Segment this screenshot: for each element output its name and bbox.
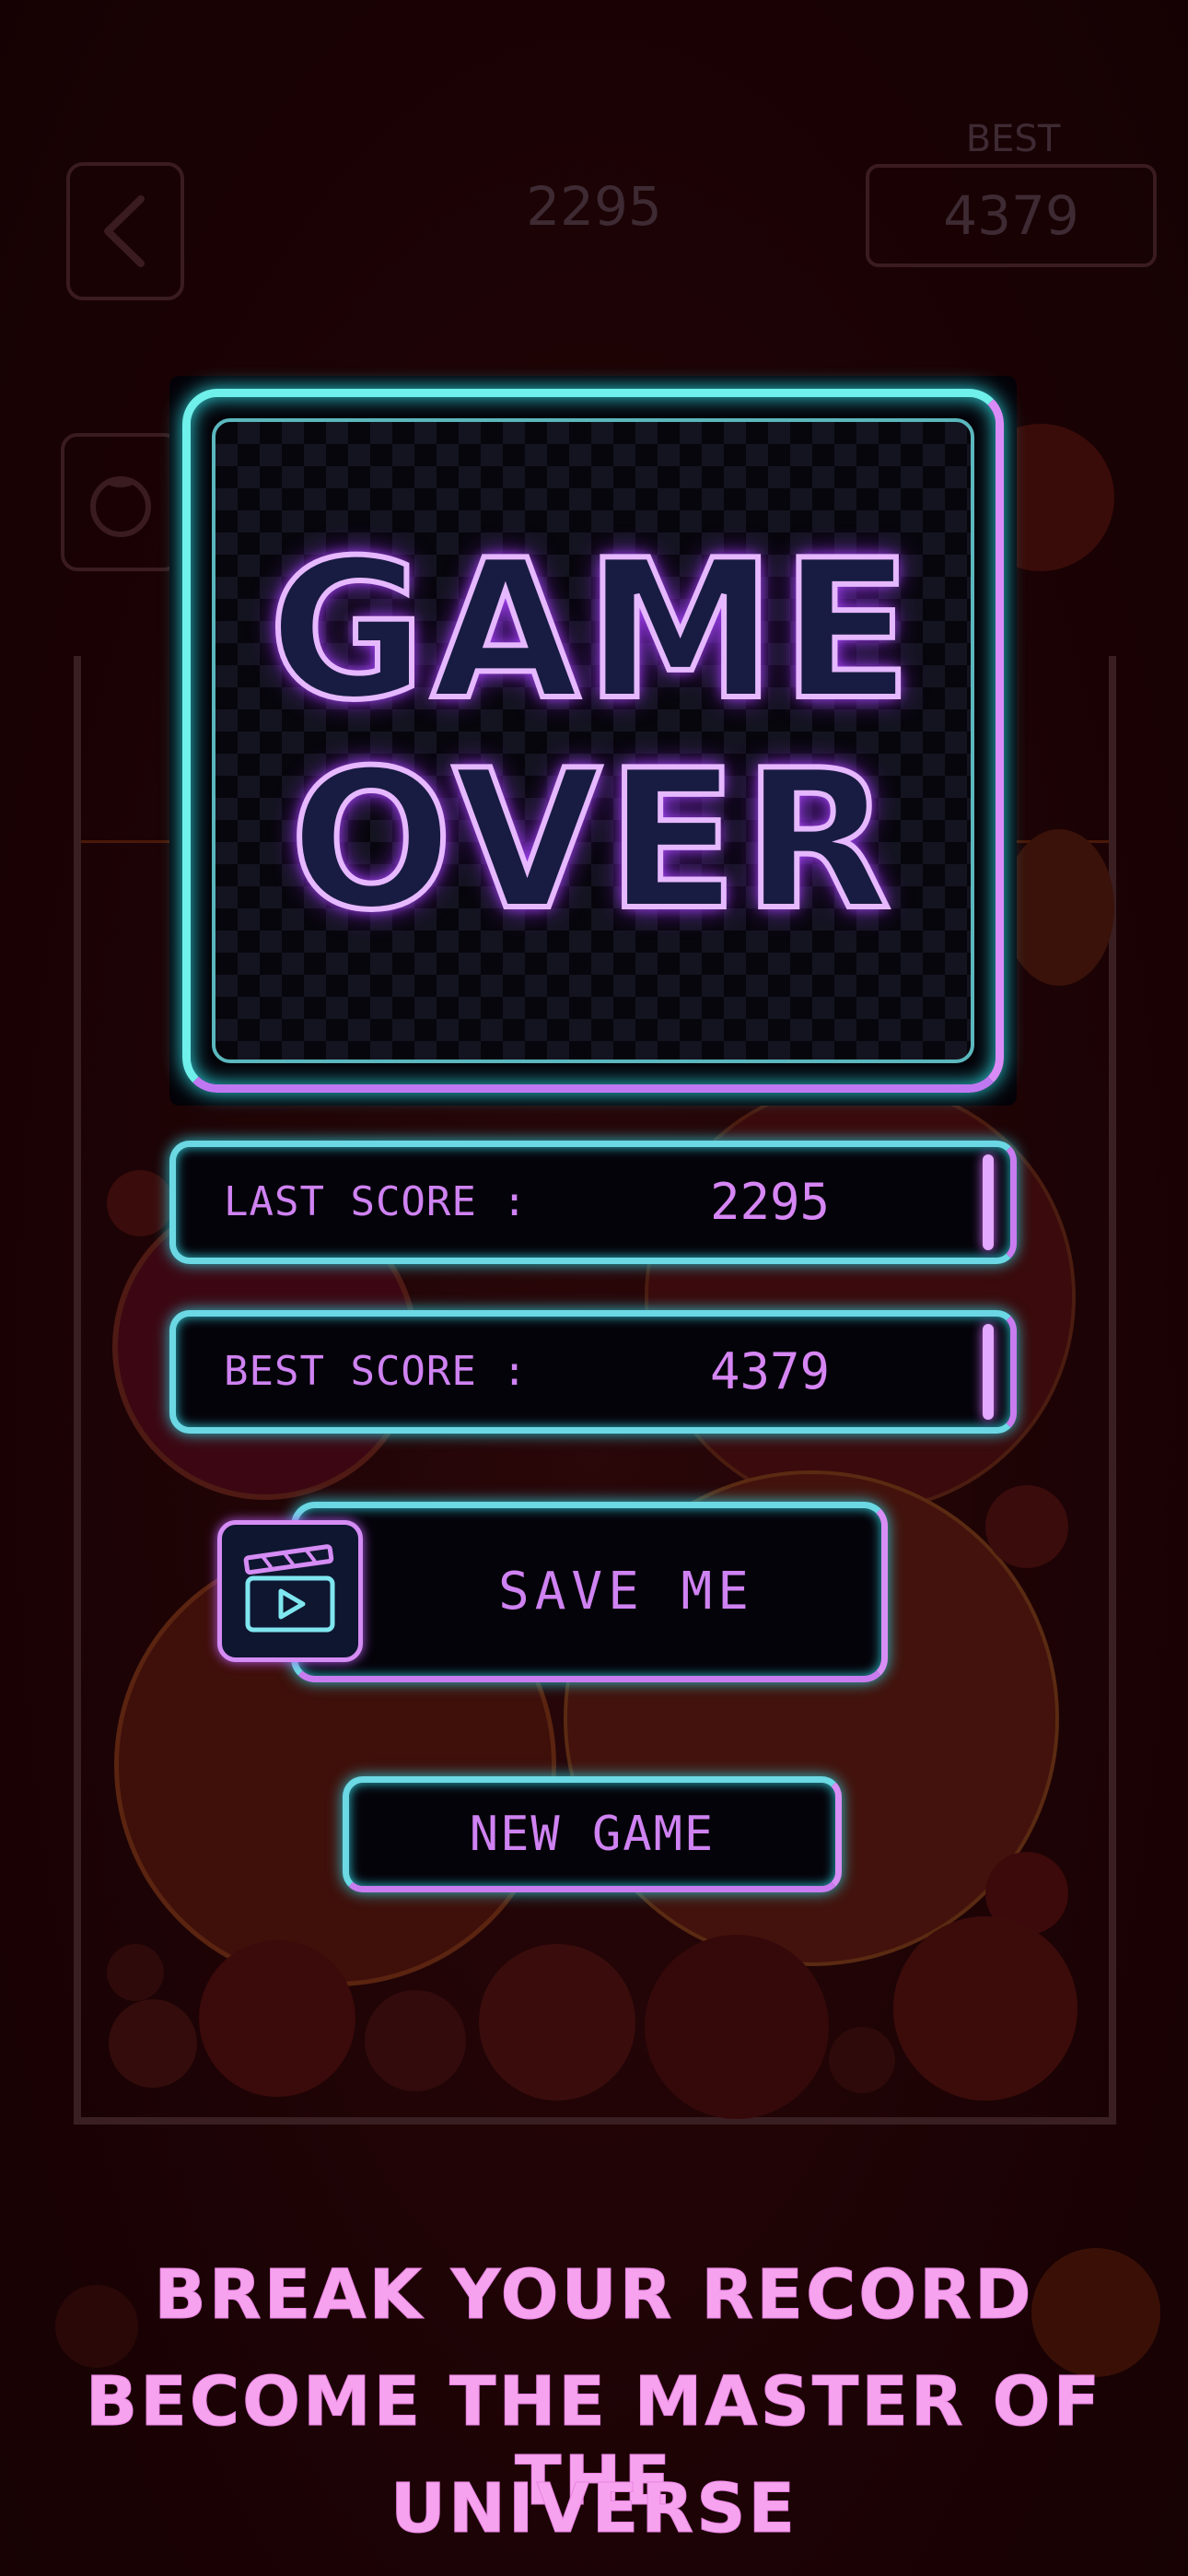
game-screen: 2295 BEST 4379 GAME OVER LAST SCORE : 22… [0,0,1188,2576]
new-game-label: NEW GAME [469,1807,716,1862]
last-score-value: 2295 [709,1173,831,1231]
best-score-box: 4379 [866,164,1157,267]
last-score-label: LAST SCORE : [224,1178,528,1225]
save-me-label: SAVE ME [497,1562,754,1622]
planet [479,1944,635,2101]
planet [1004,829,1114,986]
planet [893,1916,1077,2101]
save-me-button[interactable]: SAVE ME [291,1502,888,1682]
game-over-panel: GAME OVER [169,376,1017,1106]
slogan-line1: BREAK YOUR RECORD [154,2255,1034,2336]
best-score-value: 4379 [709,1342,831,1400]
new-game-button[interactable]: NEW GAME [343,1776,842,1892]
planet [109,1999,197,2088]
video-ad-icon [243,1544,335,1633]
best-label: BEST [965,118,1061,160]
current-score: 2295 [526,175,662,238]
slogan-line3: UNIVERSE [390,2469,798,2549]
planet [829,2027,895,2093]
last-score-bar: LAST SCORE : 2295 [169,1141,1017,1264]
chevron-left-icon [104,195,145,267]
best-score-bar: BEST SCORE : 4379 [169,1310,1017,1434]
clapperboard-play-icon[interactable] [217,1520,363,1662]
planet [107,1944,164,2001]
next-fruit-slot [61,433,181,571]
planet [985,1485,1068,1568]
planet [365,1990,466,2091]
planet [107,1170,173,1236]
game-over-title-line1: GAME [266,517,918,745]
back-button[interactable] [66,162,184,300]
planet [199,1940,355,2097]
tomato-icon [90,476,151,537]
planet [645,1935,829,2119]
best-score-label: BEST SCORE : [224,1348,528,1395]
game-over-title-line2: OVER [287,727,897,955]
